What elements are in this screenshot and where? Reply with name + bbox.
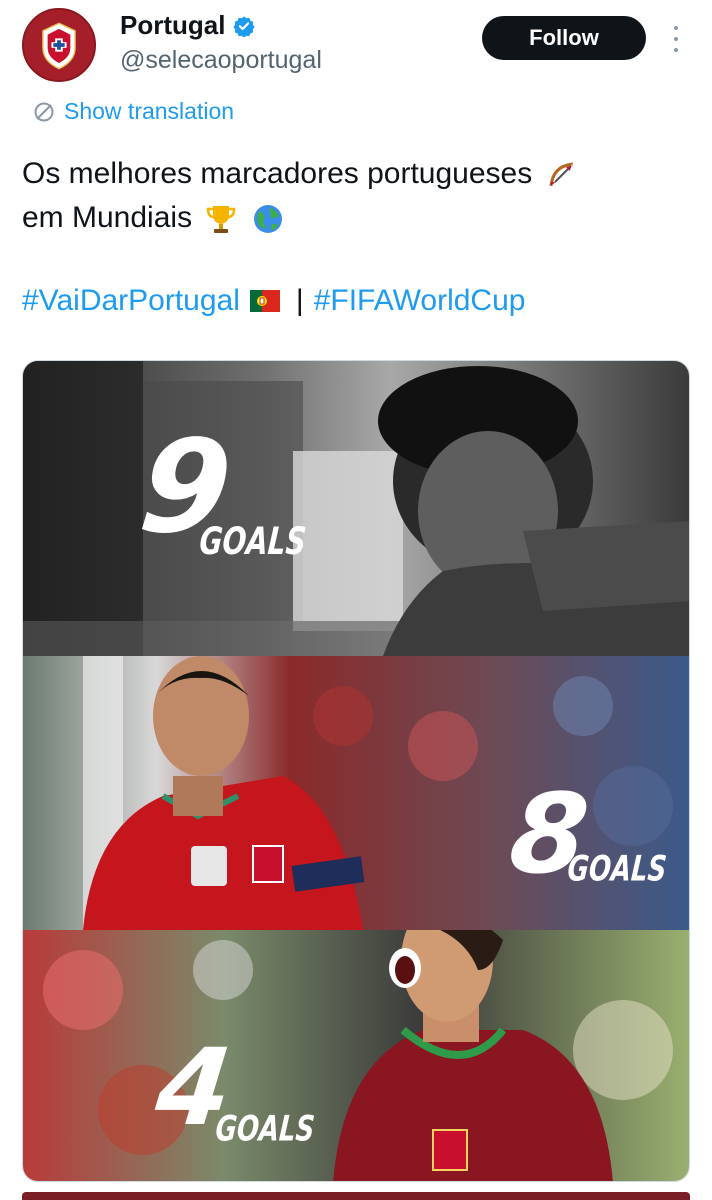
goal-count-label: GOALS bbox=[214, 1109, 317, 1150]
follow-button[interactable]: Follow bbox=[482, 16, 646, 60]
tweet-line-1: Os melhores marcadores portugueses bbox=[22, 152, 692, 196]
tweet-media-image[interactable]: 9 GOALS 8 GOALS 4 GOALS bbox=[22, 360, 690, 1182]
display-name[interactable]: Portugal bbox=[120, 10, 225, 41]
pauleta-photo bbox=[23, 930, 689, 1181]
bow-and-arrow-emoji bbox=[549, 162, 573, 187]
goal-count-label: GOALS bbox=[197, 518, 308, 564]
media-panel-ronaldo: 8 GOALS bbox=[23, 656, 689, 930]
goal-count-label: GOALS bbox=[566, 849, 669, 890]
media-panel-eusebio: 9 GOALS bbox=[23, 361, 689, 656]
fpf-crest-icon bbox=[24, 10, 94, 80]
trophy-emoji bbox=[207, 206, 236, 234]
hashtags-row: #VaiDarPortugal | #FIFAWorldCup bbox=[22, 284, 525, 318]
media-panel-pauleta: 4 GOALS bbox=[23, 930, 689, 1181]
tweet-header: Portugal @selecaoportugal Follow bbox=[0, 0, 712, 100]
hashtag-separator: | bbox=[295, 284, 304, 317]
show-translation-label: Show translation bbox=[64, 98, 235, 124]
name-row: Portugal bbox=[120, 10, 256, 41]
translate-icon bbox=[34, 102, 54, 121]
tweet-text: Os melhores marcadores portugueses em Mu… bbox=[22, 152, 692, 240]
hashtag-vaidarportugal[interactable]: #VaiDarPortugal bbox=[22, 284, 240, 318]
globe-emoji bbox=[253, 205, 282, 234]
tweet-line-2-text: em Mundiais bbox=[22, 201, 193, 234]
tweet-line-1-text: Os melhores marcadores portugueses bbox=[22, 157, 533, 190]
hashtag-fifaworldcup[interactable]: #FIFAWorldCup bbox=[314, 284, 526, 318]
next-media-preview bbox=[22, 1192, 690, 1200]
tweet-line-2: em Mundiais bbox=[22, 196, 692, 240]
avatar[interactable] bbox=[22, 8, 96, 82]
more-options-icon[interactable] bbox=[666, 22, 686, 56]
eusebio-photo bbox=[23, 361, 689, 656]
verified-badge-icon bbox=[233, 15, 256, 37]
user-handle[interactable]: @selecaoportugal bbox=[120, 46, 322, 75]
show-translation-link[interactable]: Show translation bbox=[32, 98, 234, 125]
portugal-flag-emoji bbox=[249, 290, 280, 312]
